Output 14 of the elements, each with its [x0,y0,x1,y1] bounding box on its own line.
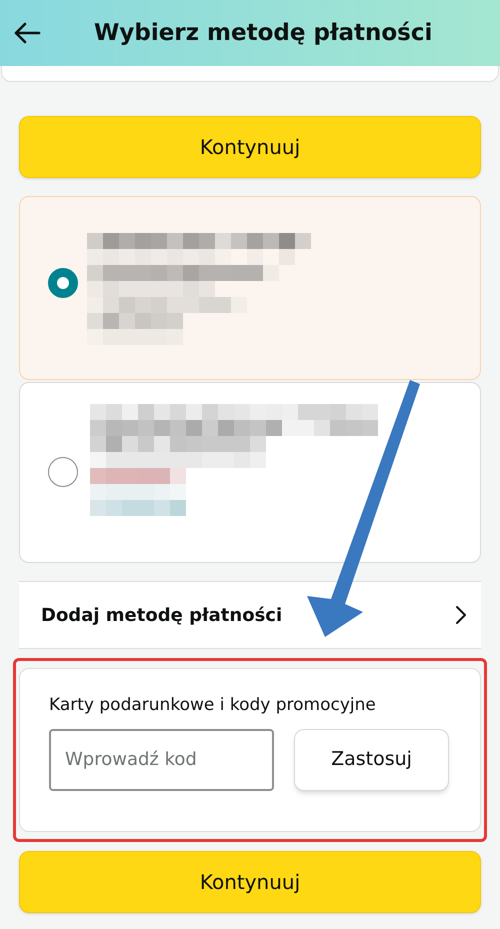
continue-button[interactable]: Kontynuuj [19,851,481,913]
radio-button[interactable] [48,457,78,487]
add-payment-method-row[interactable]: Dodaj metodę płatności [19,581,481,649]
apply-button[interactable]: Zastosuj [294,728,449,790]
radio-button[interactable] [48,268,78,298]
payment-option-card[interactable] [19,382,481,563]
back-arrow-icon [13,22,41,44]
promo-section-title: Karty podarunkowe i kody promocyjne [49,694,377,717]
add-payment-method-label: Dodaj metodę płatności [41,604,282,628]
promo-code-field[interactable]: Wprowadź kod [49,728,274,790]
payment-option-card[interactable] [19,196,481,380]
continue-button[interactable]: Kontynuuj [19,116,481,178]
chevron-right-icon [455,605,467,625]
page-title: Wybierz metodę płatności [94,18,432,48]
